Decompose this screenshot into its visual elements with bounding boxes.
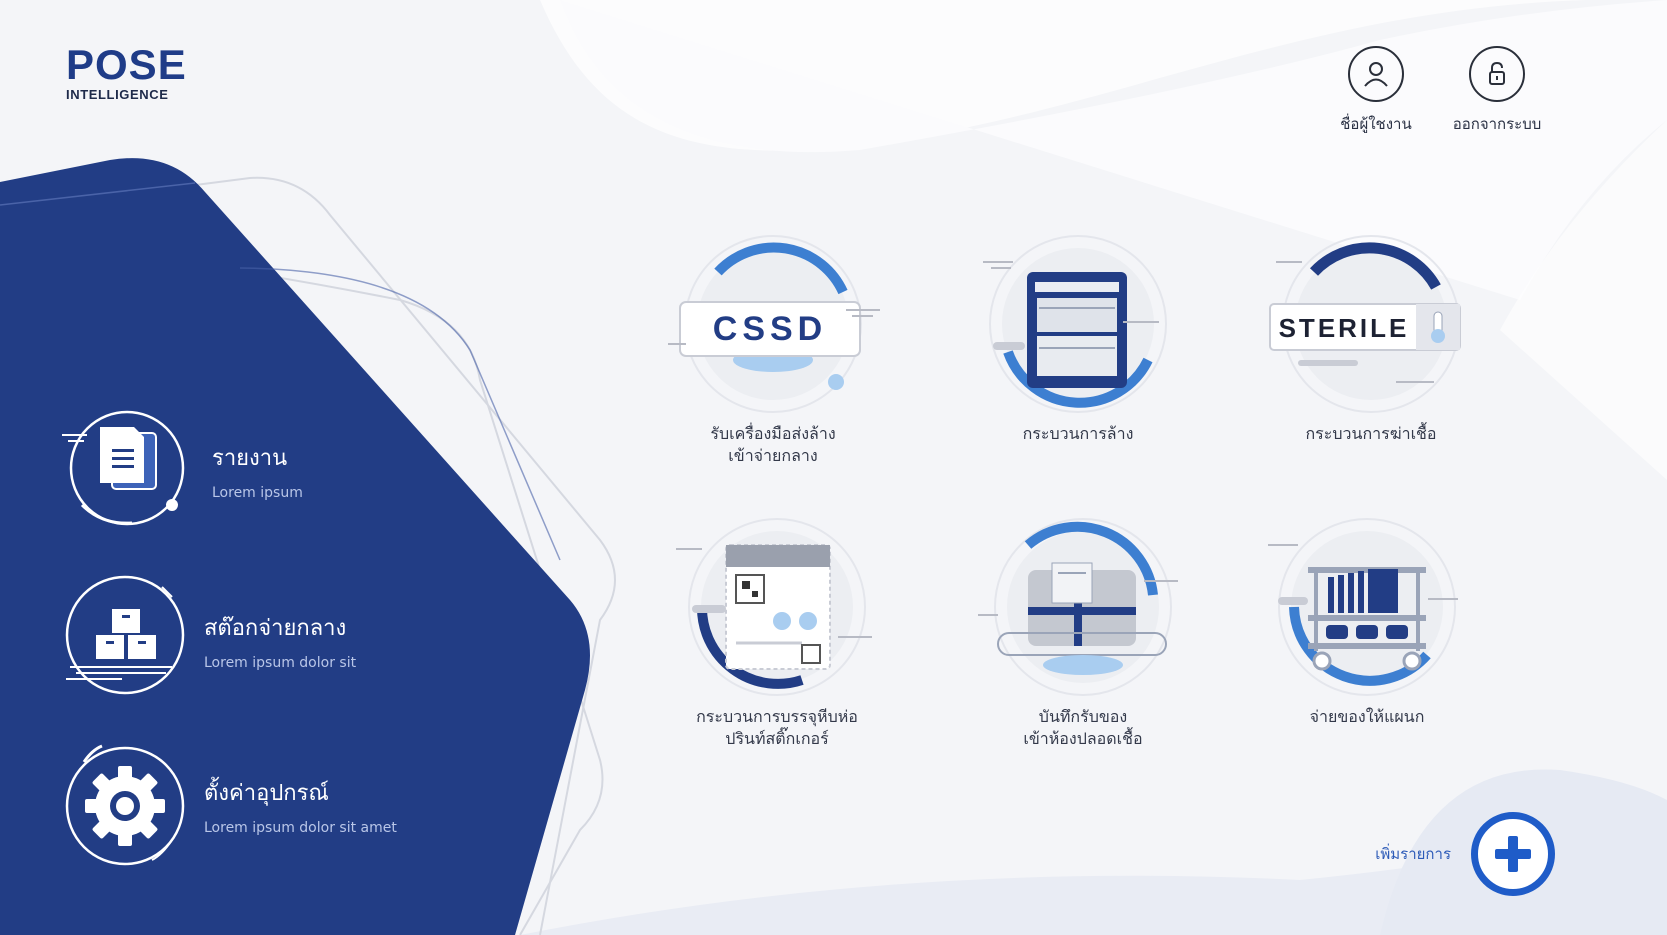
cssd-badge: CSSD: [713, 310, 827, 348]
user-icon: [1348, 46, 1404, 102]
logout-button[interactable]: ออกจากระบบ: [1437, 46, 1557, 136]
sticker-icon: [676, 518, 872, 696]
tile-label-line2: ปรินท์สติ๊กเกอร์: [725, 729, 829, 748]
tile-sterilization-process[interactable]: STERILE กระบวนการฆ่าเชื้อ: [1256, 232, 1486, 445]
sterile-badge: STERILE: [1279, 313, 1410, 343]
unlock-icon: [1469, 46, 1525, 102]
sidebar-item-subtitle: Lorem ipsum dolor sit amet: [204, 819, 397, 836]
tile-receive-instruments[interactable]: CSSD รับเครื่องมือส่งล้าง เข้าจ่ายกลาง: [658, 232, 888, 467]
sidebar-item-report[interactable]: รายงาน Lorem ipsum: [62, 405, 303, 535]
add-item-label: เพิ่มรายการ: [1375, 845, 1451, 863]
sterile-icon: STERILE: [1269, 235, 1461, 413]
tile-receive-sterile-room[interactable]: บันทึกรับของ เข้าห้องปลอดเชื้อ: [968, 515, 1198, 750]
cssd-icon: CSSD: [668, 235, 880, 413]
sidebar-item-device-settings[interactable]: ตั้งค่าอุปกรณ์ Lorem ipsum dolor sit ame…: [62, 740, 397, 870]
brand-logo: POSE INTELLIGENCE: [66, 41, 216, 103]
brand-name: POSE: [66, 41, 187, 88]
gear-icon: [62, 740, 192, 870]
tile-label: กระบวนการฆ่าเชื้อ: [1305, 424, 1437, 443]
washer-icon: [983, 235, 1167, 413]
tile-label: กระบวนการบรรจุหีบห่อ: [696, 707, 858, 726]
tile-packaging-process[interactable]: กระบวนการบรรจุหีบห่อ ปรินท์สติ๊กเกอร์: [662, 515, 892, 750]
tile-label: กระบวนการล้าง: [1022, 424, 1134, 443]
tile-label-line2: เข้าห้องปลอดเชื้อ: [1023, 729, 1143, 748]
cart-icon: [1268, 518, 1458, 696]
add-item-button[interactable]: [1471, 812, 1555, 896]
sidebar-item-subtitle: Lorem ipsum: [212, 484, 303, 501]
boxes-icon: [62, 575, 192, 705]
tile-washing-process[interactable]: กระบวนการล้าง: [963, 232, 1193, 445]
brand-tagline: INTELLIGENCE: [66, 87, 169, 102]
add-item-control[interactable]: เพิ่มรายการ: [1375, 812, 1555, 896]
sidebar-item-subtitle: Lorem ipsum dolor sit: [204, 654, 357, 671]
sidebar-item-stock[interactable]: สต๊อกจ่ายกลาง Lorem ipsum dolor sit: [62, 575, 356, 705]
tile-label: รับเครื่องมือส่งล้าง: [710, 424, 836, 443]
sidebar-item-label: รายงาน: [212, 445, 288, 471]
sidebar-item-label: ตั้งค่าอุปกรณ์: [204, 780, 329, 806]
tile-label: บันทึกรับของ: [1038, 707, 1128, 726]
report-icon: [62, 405, 192, 535]
package-icon: [978, 518, 1178, 696]
app-screen: POSE INTELLIGENCE ชื่อผู้ใชงาน ออกจากระบ…: [0, 0, 1667, 935]
logout-label: ออกจากระบบ: [1452, 115, 1542, 133]
user-profile-button[interactable]: ชื่อผู้ใชงาน: [1316, 46, 1436, 136]
tile-label: จ่ายของให้แผนก: [1309, 707, 1425, 726]
plus-icon: [1495, 836, 1531, 872]
tile-dispatch-department[interactable]: จ่ายของให้แผนก: [1252, 515, 1482, 728]
user-name-label: ชื่อผู้ใชงาน: [1340, 115, 1412, 133]
sidebar-item-label: สต๊อกจ่ายกลาง: [204, 615, 347, 641]
tile-label-line2: เข้าจ่ายกลาง: [728, 446, 818, 465]
